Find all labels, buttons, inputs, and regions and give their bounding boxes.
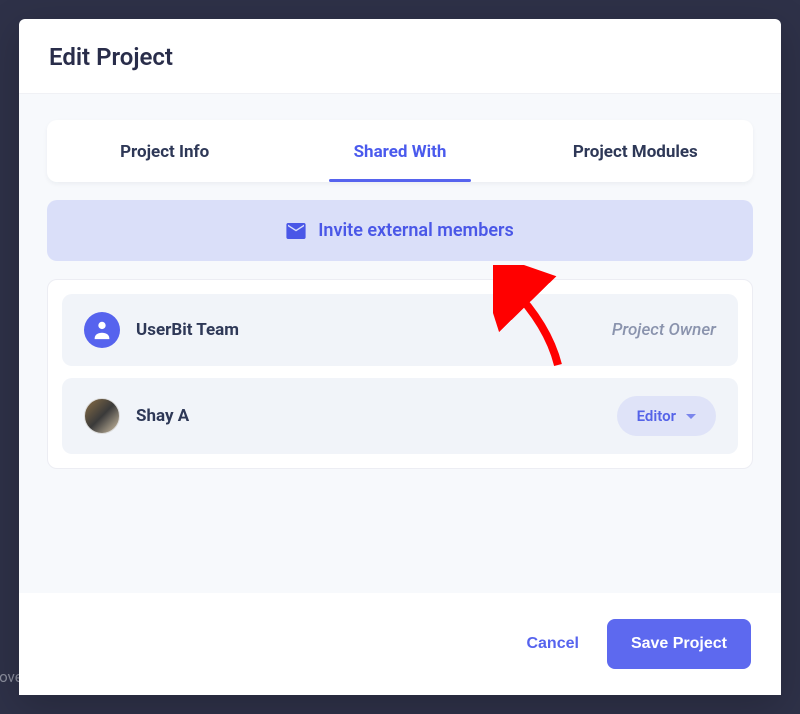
invite-label: Invite external members <box>318 220 514 241</box>
modal-footer: Cancel Save Project <box>19 593 781 695</box>
tab-project-info[interactable]: Project Info <box>47 120 282 182</box>
edit-project-modal: Edit Project Project Info Shared With Pr… <box>19 19 781 695</box>
member-name: UserBit Team <box>136 320 596 340</box>
tab-shared-with[interactable]: Shared With <box>282 120 517 182</box>
owner-role-label: Project Owner <box>612 320 716 340</box>
save-project-button[interactable]: Save Project <box>607 619 751 669</box>
user-avatar <box>84 398 120 434</box>
members-list: UserBit Team Project Owner Shay A Editor <box>47 279 753 469</box>
role-label: Editor <box>637 407 676 425</box>
tab-list: Project Info Shared With Project Modules <box>47 120 753 182</box>
team-avatar-icon <box>84 312 120 348</box>
mail-icon <box>286 223 306 239</box>
cancel-button[interactable]: Cancel <box>526 635 578 653</box>
tab-project-modules[interactable]: Project Modules <box>518 120 753 182</box>
member-row: Shay A Editor <box>62 378 738 454</box>
chevron-down-icon <box>686 414 696 419</box>
modal-body: Project Info Shared With Project Modules… <box>19 94 781 593</box>
member-row-owner: UserBit Team Project Owner <box>62 294 738 366</box>
modal-title: Edit Project <box>49 43 751 71</box>
modal-header: Edit Project <box>19 19 781 94</box>
invite-external-members-button[interactable]: Invite external members <box>47 200 753 261</box>
role-dropdown[interactable]: Editor <box>617 396 716 436</box>
member-name: Shay A <box>136 406 601 426</box>
